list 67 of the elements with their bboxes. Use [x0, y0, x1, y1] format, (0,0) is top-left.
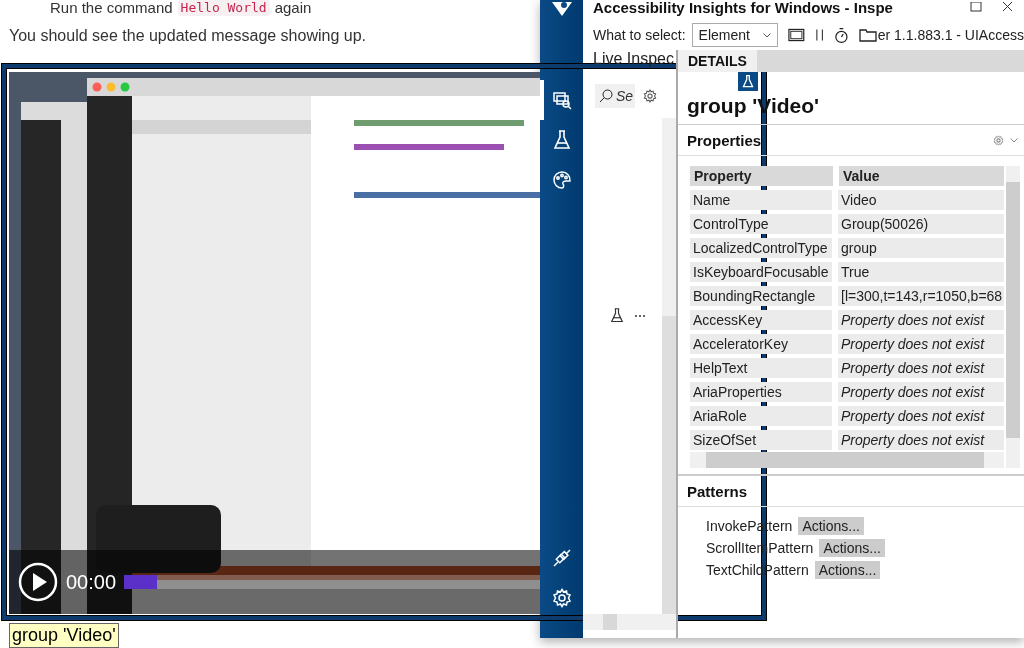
table-cell: IsKeyboardFocusable	[690, 262, 832, 282]
table-cell: Property does not exist	[838, 406, 1004, 426]
column-header[interactable]: Property	[690, 166, 833, 186]
section-title: Properties	[687, 131, 762, 149]
test-button[interactable]	[738, 72, 758, 91]
folder-icon[interactable]	[858, 28, 877, 42]
section-title: Patterns	[687, 482, 748, 500]
flask-icon	[552, 130, 571, 150]
maximize-icon[interactable]	[970, 2, 982, 12]
table-cell: AriaProperties	[690, 382, 832, 402]
window-title: Accessibility Insights for Windows - Inspe	[593, 0, 893, 16]
table-cell: LocalizedControlType	[690, 238, 832, 258]
step-text: Run the command	[50, 0, 173, 16]
table-cell: Name	[690, 190, 832, 210]
play-button[interactable]	[18, 562, 58, 602]
search-field[interactable]: Se	[595, 84, 635, 108]
paragraph: You should see the updated message showing up.	[9, 26, 367, 46]
pane-title: Live Inspec	[592, 50, 675, 69]
close-icon[interactable]	[1002, 2, 1014, 12]
table-cell: Group(50026)	[838, 214, 1004, 234]
actions-button[interactable]: Actions...	[798, 517, 864, 535]
table-cell: True	[838, 262, 1004, 282]
palette-icon	[551, 170, 572, 190]
select-label: What to select:	[593, 27, 686, 43]
table-cell: BoundingRectangle	[690, 286, 832, 306]
table-cell: Property does not exist	[838, 358, 1004, 378]
tooltip: group 'Video'	[9, 623, 119, 648]
scrollbar[interactable]	[662, 118, 676, 614]
table-cell: Video	[838, 190, 1004, 210]
details-tab[interactable]: DETAILS	[678, 50, 757, 72]
settings-icon[interactable]	[993, 134, 1004, 146]
more-icon[interactable]	[634, 313, 646, 318]
table-cell: AcceleratorKey	[690, 334, 832, 354]
time-display: 00:00	[66, 570, 117, 594]
scrollbar[interactable]	[583, 614, 676, 630]
scrollbar[interactable]	[1006, 166, 1020, 468]
pause-icon[interactable]	[814, 28, 824, 42]
search-icon	[599, 89, 613, 103]
table-cell: HelpText	[690, 358, 832, 378]
table-cell: SizeOfSet	[690, 430, 832, 450]
table-cell: AccessKey	[690, 310, 832, 330]
timer-icon[interactable]	[833, 26, 849, 44]
inline-code: Hello World	[177, 0, 270, 16]
actions-button[interactable]: Actions...	[819, 539, 885, 557]
step-text: again	[274, 0, 312, 16]
actions-button[interactable]: Actions...	[814, 561, 881, 579]
table-cell: [l=300,t=143,r=1050,b=68	[838, 286, 1004, 306]
column-header[interactable]: Value	[839, 166, 1004, 186]
chevron-icon[interactable]	[1010, 137, 1018, 143]
window-frame-icon[interactable]	[787, 28, 805, 42]
table-cell: Property does not exist	[838, 430, 1004, 450]
app-logo-icon	[549, 2, 574, 16]
scrollbar[interactable]	[690, 452, 1004, 468]
plug-icon	[551, 548, 572, 568]
table-cell: Property does not exist	[838, 310, 1004, 330]
table-cell: AriaRole	[690, 406, 832, 426]
table-cell: ControlType	[690, 214, 832, 234]
settings-icon	[551, 588, 572, 608]
settings-icon[interactable]	[643, 89, 657, 103]
chevron-icon	[762, 32, 771, 38]
select-dropdown[interactable]: Element	[691, 23, 778, 47]
inspect-icon	[551, 90, 572, 110]
flask-icon[interactable]	[610, 308, 624, 323]
table-cell: group	[838, 238, 1004, 258]
version-text: er 1.1.883.1 - UIAccess	[877, 27, 1024, 43]
table-cell: Property does not exist	[838, 382, 1004, 402]
table-cell: Property does not exist	[838, 334, 1004, 354]
